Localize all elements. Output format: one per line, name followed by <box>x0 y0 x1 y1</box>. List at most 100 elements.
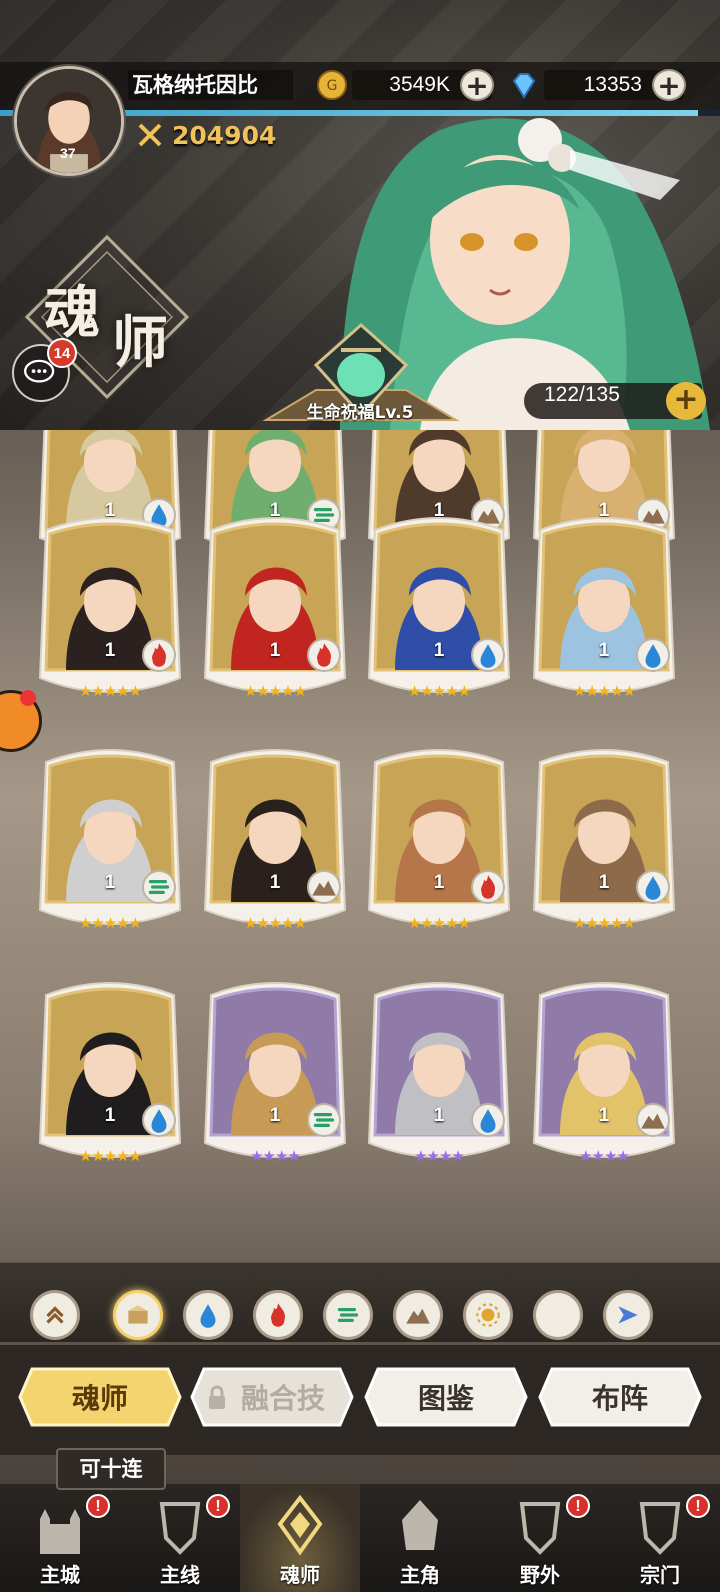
card-star-rating: ★★★★ <box>414 1147 465 1165</box>
tab-fusion-skill-label: 融合技 <box>240 1382 325 1415</box>
add-diamond-button[interactable]: + <box>652 69 686 101</box>
wind-icon <box>307 1103 341 1137</box>
fire-icon <box>307 638 341 672</box>
roster-capacity-text: 122/135 <box>544 383 620 406</box>
castle-icon <box>40 1509 80 1554</box>
water-icon <box>186 1293 230 1337</box>
soul-master-card[interactable]: 1★★★★★ <box>36 742 184 934</box>
soul-master-card[interactable]: 1★★★★★ <box>530 742 678 934</box>
fire-icon <box>471 870 505 904</box>
card-star-rating: ★★★★★ <box>572 914 636 932</box>
mainline-icon <box>159 1502 201 1555</box>
filter-wind-icon[interactable] <box>323 1290 373 1340</box>
filter-rank-sort-icon[interactable] <box>30 1290 80 1340</box>
gold-resource: G 3549K + <box>317 67 494 103</box>
filter-dark-icon[interactable] <box>533 1290 583 1340</box>
water-icon <box>471 1103 505 1137</box>
soul-master-card[interactable]: 1 ★★★★ <box>201 975 349 1167</box>
card-star-rating: ★★★★★ <box>78 682 142 700</box>
tab-fusion-skill[interactable]: 融合技 <box>190 1365 354 1429</box>
water-icon <box>142 1103 176 1137</box>
earth-icon <box>307 870 341 904</box>
nav-label: 主线 <box>160 1563 200 1587</box>
wind-icon <box>142 870 176 904</box>
nav-label: 宗门 <box>640 1563 680 1587</box>
soul-master-card[interactable]: 1 ★★★★ <box>530 975 678 1167</box>
combat-power: 204904 <box>136 120 276 150</box>
filter-earth-icon[interactable] <box>393 1290 443 1340</box>
nav-label: 魂师 <box>280 1563 320 1587</box>
tab-codex[interactable]: 图鉴 <box>364 1365 528 1429</box>
soul-master-card[interactable]: 1★★★★★ <box>36 510 184 702</box>
nav-castle[interactable]: 主城! <box>0 1484 120 1592</box>
filter-light-icon[interactable] <box>463 1290 513 1340</box>
card-star-rating: ★★★★★ <box>243 682 307 700</box>
rank-sort-icon <box>33 1293 77 1337</box>
player-level: 37 <box>60 145 76 161</box>
earth-icon <box>396 1293 440 1337</box>
nav-alert-badge: ! <box>86 1494 110 1518</box>
card-star-rating: ★★★★ <box>579 1147 630 1165</box>
water-icon <box>471 638 505 672</box>
crossed-swords-icon <box>138 123 162 147</box>
nav-mainline[interactable]: 主线! <box>120 1484 240 1592</box>
nav-sect[interactable]: 宗门! <box>600 1484 720 1592</box>
soul-master-card[interactable]: 1★★★★★ <box>36 975 184 1167</box>
combat-power-value: 204904 <box>172 120 277 150</box>
card-star-rating: ★★★★★ <box>243 914 307 932</box>
filter-special-icon[interactable] <box>603 1290 653 1340</box>
tab-formation-label: 布阵 <box>591 1382 648 1415</box>
soul-master-grid: 1★★★★★1★★★★★1★★★★★1★★★★★1★★★★★1★★★★★1★★★… <box>0 430 720 1270</box>
add-gold-button[interactable]: + <box>460 69 494 101</box>
soul-master-card[interactable]: 1★★★★★ <box>365 742 513 934</box>
fire-icon <box>142 638 176 672</box>
nav-soul-master[interactable]: 魂师 <box>240 1484 360 1592</box>
water-icon <box>636 638 670 672</box>
ten-pull-tooltip: 可十连 <box>56 1448 166 1490</box>
earth-icon <box>636 1103 670 1137</box>
gold-coin-icon: G <box>317 70 347 100</box>
nav-label: 主城 <box>40 1563 80 1587</box>
filter-fire-icon[interactable] <box>253 1290 303 1340</box>
all-chest-icon <box>116 1293 160 1337</box>
nav-alert-badge: ! <box>566 1494 590 1518</box>
svg-text:G: G <box>327 78 338 94</box>
sect-icon <box>639 1502 681 1555</box>
nav-alert-badge: ! <box>686 1494 710 1518</box>
card-star-rating: ★★★★★ <box>407 914 471 932</box>
page-title-char1: 魂 <box>44 280 100 346</box>
filter-water-icon[interactable] <box>183 1290 233 1340</box>
card-star-rating: ★★★★★ <box>572 682 636 700</box>
soul-master-card[interactable]: 1★★★★★ <box>530 510 678 702</box>
player-name: 瓦格纳托因比 <box>128 70 293 100</box>
soul-master-icon <box>277 1494 323 1556</box>
soul-master-card[interactable]: 1★★★★★ <box>201 742 349 934</box>
soul-master-card[interactable]: 1 ★★★★ <box>365 975 513 1167</box>
card-star-rating: ★★★★★ <box>78 1147 142 1165</box>
card-star-rating: ★★★★★ <box>407 682 471 700</box>
nav-wilderness[interactable]: 野外! <box>480 1484 600 1592</box>
soul-master-card[interactable]: 1★★★★★ <box>365 510 513 702</box>
tab-soul-master[interactable]: 魂师 <box>18 1365 182 1429</box>
diamond-resource: 13353 + <box>510 67 686 103</box>
water-icon <box>636 870 670 904</box>
tab-formation[interactable]: 布阵 <box>538 1365 702 1429</box>
page-title-char2: 师 <box>112 310 168 376</box>
life-blessing-label: 生命祝福Lv.5 <box>306 403 414 423</box>
wind-icon <box>326 1293 370 1337</box>
special-icon <box>606 1293 650 1337</box>
nav-label: 野外 <box>520 1563 560 1587</box>
nav-label: 主角 <box>400 1563 440 1587</box>
card-star-rating: ★★★★★ <box>78 914 142 932</box>
expand-capacity-button[interactable]: + <box>666 382 706 420</box>
filter-all-chest-icon[interactable] <box>113 1290 163 1340</box>
dark-icon <box>536 1293 580 1337</box>
diamond-icon <box>512 73 536 99</box>
light-icon <box>466 1293 510 1337</box>
protagonist-icon <box>402 1500 438 1550</box>
soul-master-screen: { "player": { "name": "瓦格纳托因比", "level":… <box>0 0 720 1592</box>
nav-protagonist[interactable]: 主角 <box>360 1484 480 1592</box>
fire-icon <box>256 1293 300 1337</box>
tab-codex-label: 图鉴 <box>417 1382 474 1415</box>
soul-master-card[interactable]: 1★★★★★ <box>201 510 349 702</box>
